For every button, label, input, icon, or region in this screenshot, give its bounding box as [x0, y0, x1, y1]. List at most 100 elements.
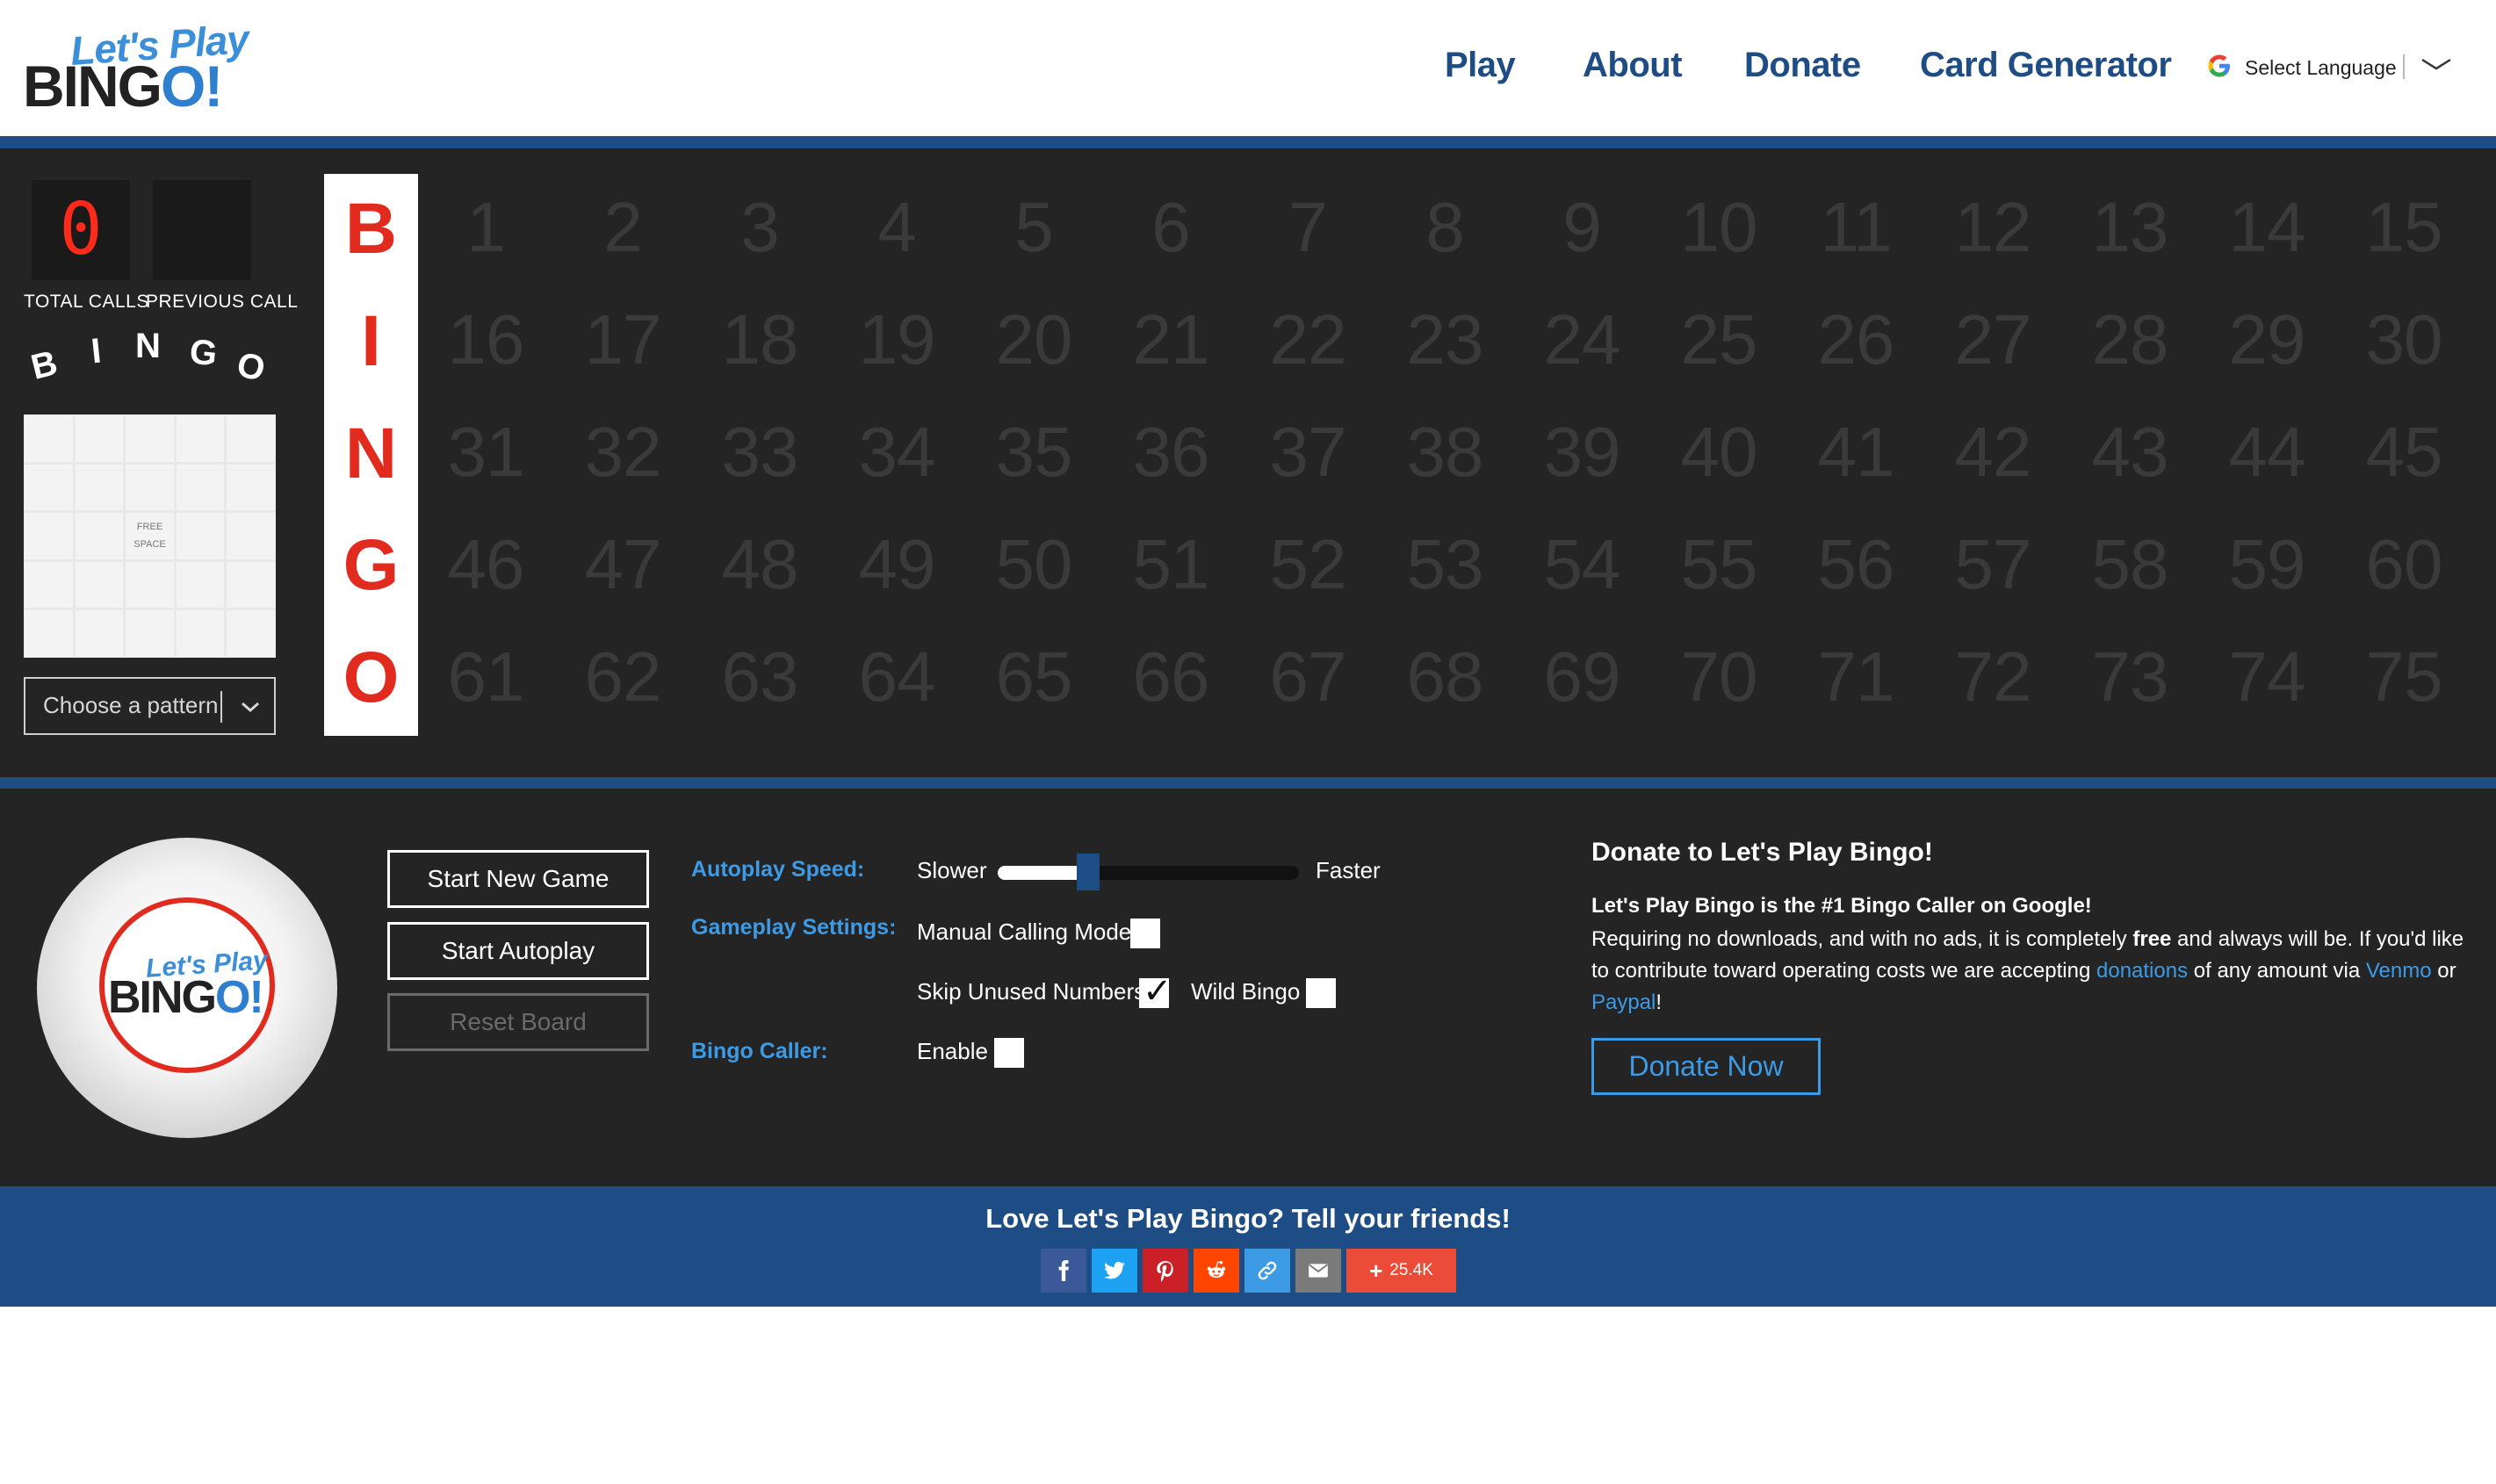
paypal-link[interactable]: Paypal	[1591, 991, 1656, 1014]
board-number[interactable]: 54	[1513, 524, 1650, 605]
facebook-share-button[interactable]	[1041, 1249, 1086, 1293]
board-number[interactable]: 37	[1239, 412, 1376, 493]
board-number[interactable]: 65	[965, 637, 1102, 717]
pattern-cell[interactable]	[126, 415, 174, 462]
copy-link-share-button[interactable]	[1244, 1249, 1290, 1293]
twitter-share-button[interactable]	[1092, 1249, 1137, 1293]
pattern-cell[interactable]	[25, 464, 73, 511]
pattern-cell[interactable]	[176, 415, 225, 462]
pattern-cell[interactable]	[227, 610, 275, 657]
email-share-button[interactable]	[1295, 1249, 1341, 1293]
board-number[interactable]: 9	[1513, 187, 1650, 268]
board-number[interactable]: 14	[2198, 187, 2335, 268]
start-new-game-button[interactable]: Start New Game	[387, 850, 649, 908]
board-number[interactable]: 50	[965, 524, 1102, 605]
board-number[interactable]: 38	[1376, 412, 1513, 493]
board-number[interactable]: 74	[2198, 637, 2335, 717]
board-number[interactable]: 16	[417, 299, 554, 380]
board-number[interactable]: 57	[1924, 524, 2061, 605]
board-number[interactable]: 35	[965, 412, 1102, 493]
pattern-cell[interactable]	[176, 464, 225, 511]
board-number[interactable]: 1	[417, 187, 554, 268]
board-number[interactable]: 34	[828, 412, 965, 493]
manual-calling-mode-checkbox[interactable]	[1130, 918, 1160, 948]
donate-now-button[interactable]: Donate Now	[1591, 1038, 1821, 1095]
enable-caller-checkbox[interactable]	[994, 1038, 1024, 1068]
board-number[interactable]: 3	[691, 187, 828, 268]
board-number[interactable]: 8	[1376, 187, 1513, 268]
board-number[interactable]: 62	[554, 637, 691, 717]
board-number[interactable]: 58	[2061, 524, 2198, 605]
pattern-cell[interactable]	[227, 464, 275, 511]
board-number[interactable]: 33	[691, 412, 828, 493]
board-number[interactable]: 24	[1513, 299, 1650, 380]
board-number[interactable]: 32	[554, 412, 691, 493]
board-number[interactable]: 60	[2335, 524, 2472, 605]
board-number[interactable]: 69	[1513, 637, 1650, 717]
share-count-button[interactable]: +25.4K	[1346, 1249, 1456, 1293]
board-number[interactable]: 36	[1102, 412, 1239, 493]
board-number[interactable]: 6	[1102, 187, 1239, 268]
pattern-select[interactable]: Choose a pattern	[24, 677, 276, 735]
board-number[interactable]: 15	[2335, 187, 2472, 268]
nav-card-generator[interactable]: Card Generator	[1920, 46, 2172, 85]
board-number[interactable]: 41	[1787, 412, 1924, 493]
board-number[interactable]: 18	[691, 299, 828, 380]
board-number[interactable]: 26	[1787, 299, 1924, 380]
board-number[interactable]: 72	[1924, 637, 2061, 717]
board-number[interactable]: 29	[2198, 299, 2335, 380]
board-number[interactable]: 44	[2198, 412, 2335, 493]
pattern-cell[interactable]	[25, 610, 73, 657]
pattern-cell[interactable]	[126, 464, 174, 511]
logo-bingo[interactable]: BINGO!	[23, 53, 223, 119]
board-number[interactable]: 46	[417, 524, 554, 605]
nav-donate[interactable]: Donate	[1744, 46, 1861, 85]
pattern-cell[interactable]	[75, 561, 124, 609]
pattern-cell[interactable]	[227, 561, 275, 609]
pattern-cell[interactable]	[25, 561, 73, 609]
pattern-cell[interactable]	[126, 561, 174, 609]
board-number[interactable]: 55	[1650, 524, 1787, 605]
board-number[interactable]: 59	[2198, 524, 2335, 605]
board-number[interactable]: 49	[828, 524, 965, 605]
pattern-cell[interactable]	[25, 415, 73, 462]
board-number[interactable]: 7	[1239, 187, 1376, 268]
board-number[interactable]: 45	[2335, 412, 2472, 493]
pattern-cell[interactable]	[25, 513, 73, 559]
board-number[interactable]: 64	[828, 637, 965, 717]
reset-board-button[interactable]: Reset Board	[387, 993, 649, 1051]
board-number[interactable]: 63	[691, 637, 828, 717]
board-number[interactable]: 5	[965, 187, 1102, 268]
board-number[interactable]: 53	[1376, 524, 1513, 605]
board-number[interactable]: 20	[965, 299, 1102, 380]
pattern-cell[interactable]	[75, 464, 124, 511]
board-number[interactable]: 31	[417, 412, 554, 493]
board-number[interactable]: 2	[554, 187, 691, 268]
board-number[interactable]: 48	[691, 524, 828, 605]
language-select[interactable]: Select Language	[2245, 56, 2397, 80]
chevron-down-icon[interactable]	[2420, 54, 2452, 76]
board-number[interactable]: 71	[1787, 637, 1924, 717]
board-number[interactable]: 56	[1787, 524, 1924, 605]
board-number[interactable]: 23	[1376, 299, 1513, 380]
slider-thumb[interactable]	[1076, 854, 1100, 890]
board-number[interactable]: 22	[1239, 299, 1376, 380]
pattern-cell[interactable]	[75, 513, 124, 559]
board-number[interactable]: 10	[1650, 187, 1787, 268]
wild-bingo-checkbox[interactable]	[1306, 978, 1336, 1008]
board-number[interactable]: 66	[1102, 637, 1239, 717]
pattern-cell[interactable]	[75, 610, 124, 657]
board-number[interactable]: 11	[1787, 187, 1924, 268]
pattern-cell[interactable]	[227, 513, 275, 559]
pattern-cell[interactable]	[176, 561, 225, 609]
board-number[interactable]: 40	[1650, 412, 1787, 493]
board-number[interactable]: 39	[1513, 412, 1650, 493]
board-number[interactable]: 67	[1239, 637, 1376, 717]
pattern-cell[interactable]	[75, 415, 124, 462]
pattern-cell[interactable]	[227, 415, 275, 462]
board-number[interactable]: 13	[2061, 187, 2198, 268]
nav-play[interactable]: Play	[1445, 46, 1516, 85]
pinterest-share-button[interactable]	[1143, 1249, 1188, 1293]
pattern-cell[interactable]	[126, 610, 174, 657]
board-number[interactable]: 4	[828, 187, 965, 268]
